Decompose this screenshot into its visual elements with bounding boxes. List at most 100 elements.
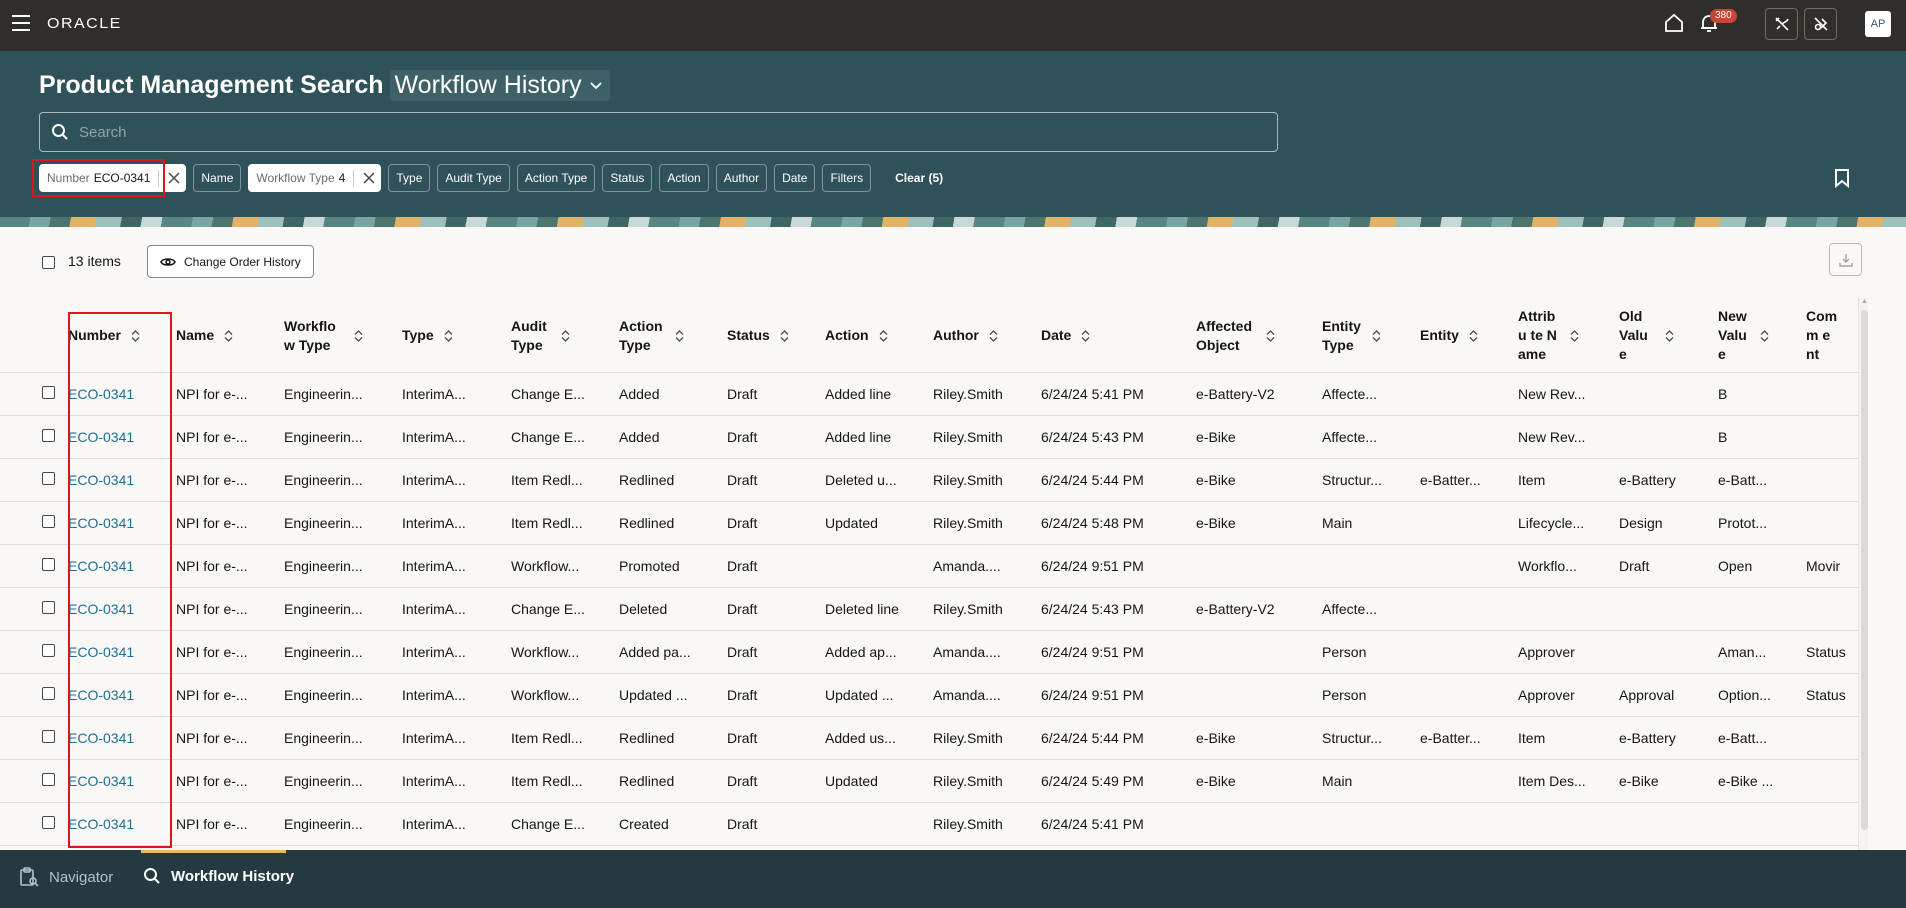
tab-workflow-history[interactable]: Workflow History bbox=[143, 867, 294, 885]
column-header-workflow-type[interactable]: Workflow Type bbox=[284, 300, 402, 373]
filter-chip-action-type[interactable]: Action Type bbox=[516, 164, 596, 192]
column-header-content[interactable]: Affected Object bbox=[1196, 317, 1322, 355]
row-checkbox[interactable] bbox=[42, 772, 55, 786]
column-header-content[interactable]: Old Value bbox=[1619, 307, 1718, 364]
hamburger-menu-icon[interactable] bbox=[12, 15, 30, 31]
number-link[interactable]: ECO-0341 bbox=[68, 429, 134, 445]
sort-icon[interactable] bbox=[131, 329, 140, 342]
column-header-content[interactable]: Action bbox=[825, 326, 933, 345]
number-link[interactable]: ECO-0341 bbox=[68, 515, 134, 531]
row-checkbox[interactable] bbox=[42, 471, 55, 485]
column-header-content[interactable]: Comm ent bbox=[1806, 307, 1862, 364]
table-row[interactable]: ECO-0341 NPI for e-... Engineerin... Interi… bbox=[0, 501, 1862, 545]
column-header-content[interactable]: Action Type bbox=[619, 317, 727, 355]
tool-button-2[interactable] bbox=[1804, 8, 1837, 40]
vertical-scrollbar[interactable]: ▲ bbox=[1858, 298, 1868, 850]
number-link[interactable]: ECO-0341 bbox=[68, 644, 134, 660]
row-checkbox[interactable] bbox=[42, 643, 55, 657]
column-header-number[interactable]: Number bbox=[68, 300, 176, 373]
sort-icon[interactable] bbox=[675, 329, 684, 342]
column-header-content[interactable]: Entity Type bbox=[1322, 317, 1420, 355]
home-icon[interactable] bbox=[1663, 12, 1685, 34]
column-header-audit-type[interactable]: Audit Type bbox=[511, 300, 619, 373]
sort-icon[interactable] bbox=[1469, 329, 1478, 342]
column-header-type[interactable]: Type bbox=[402, 300, 511, 373]
column-header-attribute-name[interactable]: Attribu te Name bbox=[1518, 300, 1619, 373]
number-link[interactable]: ECO-0341 bbox=[68, 687, 134, 703]
table-row[interactable]: ECO-0341 NPI for e-... Engineerin... Interi… bbox=[0, 716, 1862, 760]
number-link[interactable]: ECO-0341 bbox=[68, 601, 134, 617]
sort-icon[interactable] bbox=[780, 329, 789, 342]
row-checkbox[interactable] bbox=[42, 815, 55, 829]
table-row[interactable]: ECO-0341 NPI for e-... Engineerin... Interi… bbox=[0, 415, 1862, 459]
filter-chip-type[interactable]: Type bbox=[388, 164, 431, 192]
filter-chip-number[interactable]: Number ECO-0341 bbox=[39, 164, 187, 192]
filter-chip-author[interactable]: Author bbox=[715, 164, 768, 192]
column-header-old-value[interactable]: Old Value bbox=[1619, 300, 1718, 373]
row-checkbox[interactable] bbox=[42, 729, 55, 743]
filter-chip-status[interactable]: Status bbox=[602, 164, 653, 192]
search-field[interactable] bbox=[39, 112, 1278, 152]
column-header-content[interactable]: Entity bbox=[1420, 326, 1518, 345]
number-link[interactable]: ECO-0341 bbox=[68, 730, 134, 746]
filter-chip-action[interactable]: Action bbox=[659, 164, 709, 192]
tab-navigator[interactable]: Navigator bbox=[19, 867, 113, 887]
filter-chip-audit-type[interactable]: Audit Type bbox=[437, 164, 510, 192]
select-all-checkbox[interactable] bbox=[42, 256, 55, 269]
column-header-status[interactable]: Status bbox=[727, 300, 825, 373]
column-header-content[interactable]: New Valu e bbox=[1718, 307, 1806, 364]
sort-icon[interactable] bbox=[1081, 329, 1090, 342]
tool-button-1[interactable] bbox=[1765, 8, 1798, 40]
column-header-content[interactable]: Attribu te Name bbox=[1518, 307, 1619, 364]
filter-chip-name[interactable]: Name bbox=[193, 164, 242, 192]
column-header-content[interactable]: Number bbox=[68, 326, 176, 345]
chip-remove-button[interactable] bbox=[358, 164, 380, 192]
column-header-content[interactable]: Author bbox=[933, 326, 1041, 345]
scrollbar-thumb[interactable] bbox=[1861, 310, 1868, 830]
column-header-content[interactable]: Workflow Type bbox=[284, 317, 402, 355]
column-header-new-value[interactable]: New Valu e bbox=[1718, 300, 1806, 373]
table-row[interactable]: ECO-0341 NPI for e-... Engineerin... Interi… bbox=[0, 372, 1862, 416]
row-checkbox[interactable] bbox=[42, 557, 55, 571]
row-checkbox[interactable] bbox=[42, 600, 55, 614]
scroll-up-icon[interactable]: ▲ bbox=[1861, 298, 1868, 305]
user-avatar[interactable]: AP bbox=[1865, 11, 1891, 37]
column-header-entity-type[interactable]: Entity Type bbox=[1322, 300, 1420, 373]
column-header-content[interactable]: Type bbox=[402, 326, 511, 345]
bookmark-icon[interactable] bbox=[1834, 168, 1850, 188]
chip-remove-button[interactable] bbox=[163, 164, 185, 192]
column-header-action[interactable]: Action bbox=[825, 300, 933, 373]
column-header-content[interactable]: Date bbox=[1041, 326, 1196, 345]
filter-chip-date[interactable]: Date bbox=[774, 164, 816, 192]
row-checkbox[interactable] bbox=[42, 686, 55, 700]
table-row[interactable]: ECO-0341 NPI for e-... Engineerin... Interi… bbox=[0, 587, 1862, 631]
table-row[interactable]: ECO-0341 NPI for e-... Engineerin... Interi… bbox=[0, 759, 1862, 803]
view-switcher-dropdown[interactable]: Workflow History bbox=[389, 70, 610, 101]
number-link[interactable]: ECO-0341 bbox=[68, 386, 134, 402]
change-order-history-button[interactable]: Change Order History bbox=[147, 245, 314, 278]
sort-icon[interactable] bbox=[1266, 329, 1275, 342]
table-row[interactable]: ECO-0341 NPI for e-... Engineerin... Interi… bbox=[0, 458, 1862, 502]
sort-icon[interactable] bbox=[989, 329, 998, 342]
sort-icon[interactable] bbox=[444, 329, 453, 342]
clear-filters-link[interactable]: Clear (5) bbox=[895, 171, 943, 185]
download-button[interactable] bbox=[1829, 243, 1862, 276]
column-header-affected-object[interactable]: Affected Object bbox=[1196, 300, 1322, 373]
search-input[interactable] bbox=[79, 123, 1277, 141]
sort-icon[interactable] bbox=[561, 329, 570, 342]
column-header-comment[interactable]: Comm ent bbox=[1806, 300, 1862, 373]
sort-icon[interactable] bbox=[1665, 329, 1674, 342]
column-header-action-type[interactable]: Action Type bbox=[619, 300, 727, 373]
row-checkbox[interactable] bbox=[42, 514, 55, 528]
sort-icon[interactable] bbox=[354, 329, 363, 342]
column-header-content[interactable]: Audit Type bbox=[511, 317, 619, 355]
table-row[interactable]: ECO-0341 NPI for e-... Engineerin... Interi… bbox=[0, 802, 1862, 846]
table-row[interactable]: ECO-0341 NPI for e-... Engineerin... Interi… bbox=[0, 673, 1862, 717]
column-header-author[interactable]: Author bbox=[933, 300, 1041, 373]
column-header-name[interactable]: Name bbox=[176, 300, 284, 373]
number-link[interactable]: ECO-0341 bbox=[68, 558, 134, 574]
sort-icon[interactable] bbox=[1372, 329, 1381, 342]
column-header-date[interactable]: Date bbox=[1041, 300, 1196, 373]
sort-icon[interactable] bbox=[224, 329, 233, 342]
number-link[interactable]: ECO-0341 bbox=[68, 472, 134, 488]
